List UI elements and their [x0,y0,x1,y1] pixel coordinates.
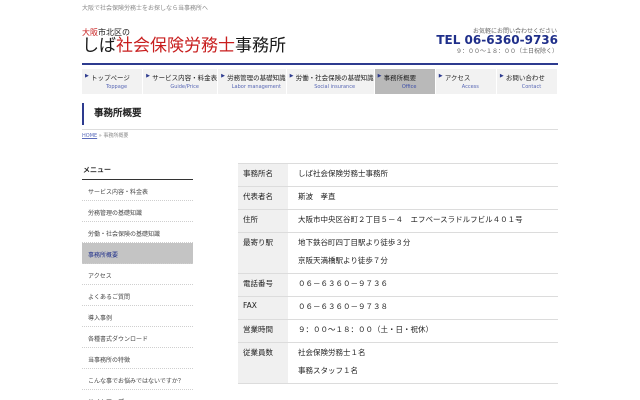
table-row: 営業時間 ９：００～１８：００（土・日・祝休） [238,320,558,343]
table-row: 最寄り駅 地下鉄谷町四丁目駅より徒歩３分 京阪天満橋駅より徒歩７分 [238,233,558,274]
sidebar-item[interactable]: 労働・社会保険の基礎知識 [82,222,193,243]
nav-sublabel: Contact [521,84,542,90]
business-hours: ９：００〜１８：００（土日祝除く） [455,48,558,55]
phone-number[interactable]: TEL 06-6360-9736 [436,33,558,47]
table-cell-line: 大阪市中央区谷町２丁目５－４ エフベースラドルフビル４０１号 [298,215,523,224]
nav-arrow-icon: ▶ [146,73,150,79]
page-title: 事務所概要 [94,108,142,119]
logo-text-red: 社会保険労務士 [116,36,235,56]
office-info-table: 事務所名 しば社会保険労務士事務所代表者名 斯波 孝直住所 大阪市中央区谷町２丁目５－… [238,163,558,384]
nav-item-guide-price[interactable]: ▶ サービス内容・料金表 Guide/Price [143,69,219,94]
nav-label: トップページ [91,74,130,82]
nav-label: 労務管理の基礎知識 [227,74,286,82]
table-value-cell: 社会保険労務士１名 事務スタッフ１名 [288,343,558,383]
table-row: 従業員数 社会保険労務士１名 事務スタッフ１名 [238,343,558,384]
nav-item-contact[interactable]: ▶ お問い合わせ Contact [496,69,558,94]
table-value-cell: しば社会保険労務士事務所 [288,164,558,186]
logo-text-1: しば [82,36,116,56]
table-cell-line: 社会保険労務士１名 [298,348,366,357]
sidebar-item[interactable]: サービス内容・料金表 [82,180,193,201]
nav-item-access[interactable]: ▶ アクセス Access [435,69,497,94]
table-cell-line: ０６－６３６０－９７３６ [298,279,388,288]
nav-sublabel: Access [461,84,479,90]
table-header-cell: 営業時間 [238,320,288,342]
table-cell-line: 事務スタッフ１名 [298,366,358,375]
table-cell-line: 地下鉄谷町四丁目駅より徒歩３分 [298,238,411,247]
table-value-cell: ０６－６３６０－９７３６ [288,274,558,296]
table-header-cell: FAX [238,297,288,319]
breadcrumb: HOME » 事務所概要 [82,132,128,139]
sidebar-item[interactable]: こんな事でお悩みではないですか？ [82,369,193,390]
nav-arrow-icon: ▶ [289,73,294,79]
table-header-cell: 従業員数 [238,343,288,383]
site-tagline: 大阪で社会保険労務士をお探しなら当事務所へ [82,5,209,12]
nav-arrow-icon: ▶ [438,73,443,79]
nav-item-social-insurance[interactable]: ▶ 労働・社会保険の基礎知識 Social insurance [286,69,375,94]
sidebar-title: メニュー [82,162,193,180]
table-cell-line: ０６－６３６０－９７３８ [298,302,388,311]
breadcrumb-separator: » [98,133,102,139]
table-cell-line: 京阪天満橋駅より徒歩７分 [298,256,388,265]
table-cell-line: しば社会保険労務士事務所 [298,169,388,178]
nav-label: アクセス [444,74,471,82]
sidebar-item[interactable]: 各種書式ダウンロード [82,327,193,348]
table-row: 電話番号 ０６－６３６０－９７３６ [238,274,558,297]
table-row: FAX ０６－６３６０－９７３８ [238,297,558,320]
global-nav: ▶ トップページ Toppage ▶ サービス内容・料金表 Guide/Price ▶ 労務管… [82,69,558,94]
nav-sublabel: Social insurance [314,84,356,90]
sidebar-list: サービス内容・料金表 労務管理の基礎知識 労働・社会保険の基礎知識 事務所概要 アクセス… [82,180,193,400]
nav-arrow-icon: ▶ [85,73,89,79]
table-row: 住所 大阪市中央区谷町２丁目５－４ エフベースラドルフビル４０１号 [238,210,558,233]
breadcrumb-current: 事務所概要 [103,133,129,139]
site-logo[interactable]: しば社会保険労務士事務所 [82,36,286,56]
table-header-cell: 電話番号 [238,274,288,296]
sidebar-item[interactable]: 労務管理の基礎知識 [82,201,193,222]
nav-arrow-icon: ▶ [221,73,225,79]
nav-arrow-icon: ▶ [499,73,504,79]
table-header-cell: 代表者名 [238,187,288,209]
nav-sublabel: Guide/Price [170,84,199,90]
table-header-cell: 最寄り駅 [238,233,288,273]
table-row: 事務所名 しば社会保険労務士事務所 [238,164,558,187]
table-value-cell: 地下鉄谷町四丁目駅より徒歩３分 京阪天満橋駅より徒歩７分 [288,233,558,273]
logo-text-2: 事務所 [235,36,286,56]
breadcrumb-home-link[interactable]: HOME [82,133,97,139]
breadcrumb-divider [82,129,558,130]
table-value-cell: 大阪市中央区谷町２丁目５－４ エフベースラドルフビル４０１号 [288,210,558,232]
sidebar-item[interactable]: よくあるご質問 [82,285,193,306]
nav-sublabel: Office [401,84,417,90]
sidebar-item[interactable]: 当事務所の特徴 [82,348,193,369]
nav-sublabel: Toppage [106,84,128,90]
header-divider [82,63,558,65]
sidebar-menu: メニュー サービス内容・料金表 労務管理の基礎知識 労働・社会保険の基礎知識 事務所概… [82,162,193,400]
table-header-cell: 住所 [238,210,288,232]
nav-label: お問い合わせ [505,74,545,82]
table-cell-line: 斯波 孝直 [298,192,336,201]
table-value-cell: 斯波 孝直 [288,187,558,209]
table-value-cell: ０６－６３６０－９７３８ [288,297,558,319]
nav-item-office[interactable]: ▶ 事務所概要 Office [374,69,436,94]
sidebar-item[interactable]: アクセス [82,264,193,285]
page-title-bar: 事務所概要 [82,103,558,125]
nav-arrow-icon: ▶ [377,73,382,79]
nav-label: サービス内容・料金表 [152,74,218,82]
table-row: 代表者名 斯波 孝直 [238,187,558,210]
nav-label: 事務所概要 [383,74,417,82]
nav-sublabel: Labor management [231,84,281,90]
sidebar-item[interactable]: サイトマップ [82,390,193,400]
table-header-cell: 事務所名 [238,164,288,186]
nav-item-toppage[interactable]: ▶ トップページ Toppage [82,69,144,94]
nav-label: 労働・社会保険の基礎知識 [295,74,374,82]
sidebar-item[interactable]: 導入事例 [82,306,193,327]
table-value-cell: ９：００～１８：００（土・日・祝休） [288,320,558,342]
nav-item-labor-management[interactable]: ▶ 労務管理の基礎知識 Labor management [218,69,287,94]
sidebar-item[interactable]: 事務所概要 [82,243,193,264]
table-cell-line: ９：００～１８：００（土・日・祝休） [298,325,433,334]
